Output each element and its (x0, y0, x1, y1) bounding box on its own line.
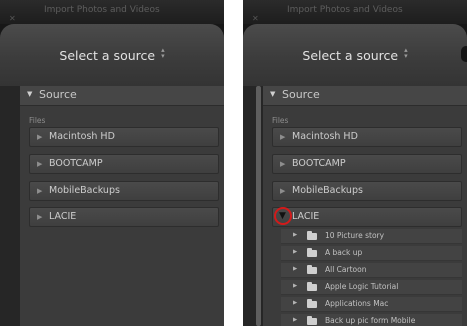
folder-icon (307, 282, 317, 291)
volume-label: Macintosh HD (49, 131, 115, 142)
window-edge-notch (461, 46, 467, 62)
volume-bootcamp[interactable]: ▶ BOOTCAMP (29, 154, 219, 174)
close-icon[interactable]: ✕ (9, 14, 16, 23)
select-source-dropdown[interactable]: Select a source ▴ ▾ (243, 46, 467, 64)
folder-label: A back up (325, 248, 363, 257)
folder-label: Applications Mac (325, 299, 389, 308)
triangle-right-icon[interactable]: ▶ (280, 133, 285, 141)
scrollbar[interactable] (256, 86, 261, 326)
folder-row[interactable]: ▶ 10 Picture story (281, 229, 462, 244)
folder-row[interactable]: ▶ Applications Mac (281, 297, 462, 312)
volume-bootcamp[interactable]: ▶ BOOTCAMP (272, 154, 462, 174)
source-header: Select a source ▴ ▾ (0, 24, 224, 86)
folder-row[interactable]: ▶ Back up pic form Mobile (281, 314, 462, 326)
triangle-right-icon[interactable]: ▶ (293, 232, 297, 238)
volume-label: MobileBackups (292, 185, 363, 196)
source-header: Select a source ▴ ▾ (243, 24, 467, 86)
source-panel: ▼ Source Files ▶ Macintosh HD ▶ BOOTCAMP… (20, 86, 224, 326)
window-title-bar: ✕ Import Photos and Videos (243, 0, 467, 24)
import-dialog-before: ✕ Import Photos and Videos Select a sour… (0, 0, 224, 326)
triangle-right-icon[interactable]: ▶ (37, 213, 42, 221)
select-source-label: Select a source (302, 48, 399, 63)
folder-label: Back up pic form Mobile (325, 316, 416, 325)
triangle-right-icon[interactable]: ▶ (293, 266, 297, 272)
folder-label: 10 Picture story (325, 231, 385, 240)
window-title: Import Photos and Videos (44, 5, 160, 15)
volume-mobilebackups[interactable]: ▶ MobileBackups (272, 181, 462, 201)
volume-label: LACIE (49, 211, 77, 222)
volume-macintosh-hd[interactable]: ▶ Macintosh HD (29, 127, 219, 147)
volume-mobilebackups[interactable]: ▶ MobileBackups (29, 181, 219, 201)
source-section-title: Source (282, 88, 320, 101)
files-label: Files (29, 116, 46, 125)
source-section-header[interactable]: ▼ Source (20, 86, 224, 106)
folder-label: All Cartoon (325, 265, 367, 274)
triangle-right-icon[interactable]: ▶ (280, 187, 285, 195)
folder-label: Apple Logic Tutorial (325, 282, 399, 291)
volume-label: MobileBackups (49, 185, 120, 196)
window-title: Import Photos and Videos (287, 5, 403, 15)
source-section-header[interactable]: ▼ Source (263, 86, 467, 106)
source-section-title: Source (39, 88, 77, 101)
folder-row[interactable]: ▶ Apple Logic Tutorial (281, 280, 462, 295)
close-icon[interactable]: ✕ (252, 14, 259, 23)
triangle-right-icon[interactable]: ▶ (37, 160, 42, 168)
window-title-bar: ✕ Import Photos and Videos (0, 0, 224, 24)
folder-icon (307, 265, 317, 274)
folder-icon (307, 299, 317, 308)
scrollbar-thumb[interactable] (256, 86, 261, 326)
volume-lacie[interactable]: ▼ LACIE (272, 207, 462, 227)
triangle-right-icon[interactable]: ▶ (37, 187, 42, 195)
triangle-down-icon[interactable]: ▼ (270, 90, 275, 98)
files-label: Files (272, 116, 289, 125)
up-down-arrows-icon: ▴ ▾ (161, 46, 165, 60)
triangle-down-icon[interactable]: ▼ (279, 211, 286, 221)
volume-label: Macintosh HD (292, 131, 358, 142)
import-dialog-after: ✕ Import Photos and Videos Select a sour… (243, 0, 467, 326)
folder-row[interactable]: ▶ All Cartoon (281, 263, 462, 278)
select-source-dropdown[interactable]: Select a source ▴ ▾ (0, 46, 224, 64)
volume-label: BOOTCAMP (292, 158, 346, 169)
volume-macintosh-hd[interactable]: ▶ Macintosh HD (272, 127, 462, 147)
triangle-right-icon[interactable]: ▶ (280, 160, 285, 168)
folder-icon (307, 316, 317, 325)
triangle-right-icon[interactable]: ▶ (37, 133, 42, 141)
folder-icon (307, 248, 317, 257)
volume-label: LACIE (292, 211, 320, 222)
volume-lacie[interactable]: ▶ LACIE (29, 207, 219, 227)
up-down-arrows-icon: ▴ ▾ (404, 46, 408, 60)
triangle-right-icon[interactable]: ▶ (293, 283, 297, 289)
select-source-label: Select a source (59, 48, 156, 63)
source-panel: ▼ Source Files ▶ Macintosh HD ▶ BOOTCAMP… (263, 86, 467, 326)
triangle-down-icon[interactable]: ▼ (27, 90, 32, 98)
folder-icon (307, 231, 317, 240)
triangle-right-icon[interactable]: ▶ (293, 300, 297, 306)
volume-label: BOOTCAMP (49, 158, 103, 169)
folder-row[interactable]: ▶ A back up (281, 246, 462, 261)
triangle-right-icon[interactable]: ▶ (293, 249, 297, 255)
triangle-right-icon[interactable]: ▶ (293, 317, 297, 323)
